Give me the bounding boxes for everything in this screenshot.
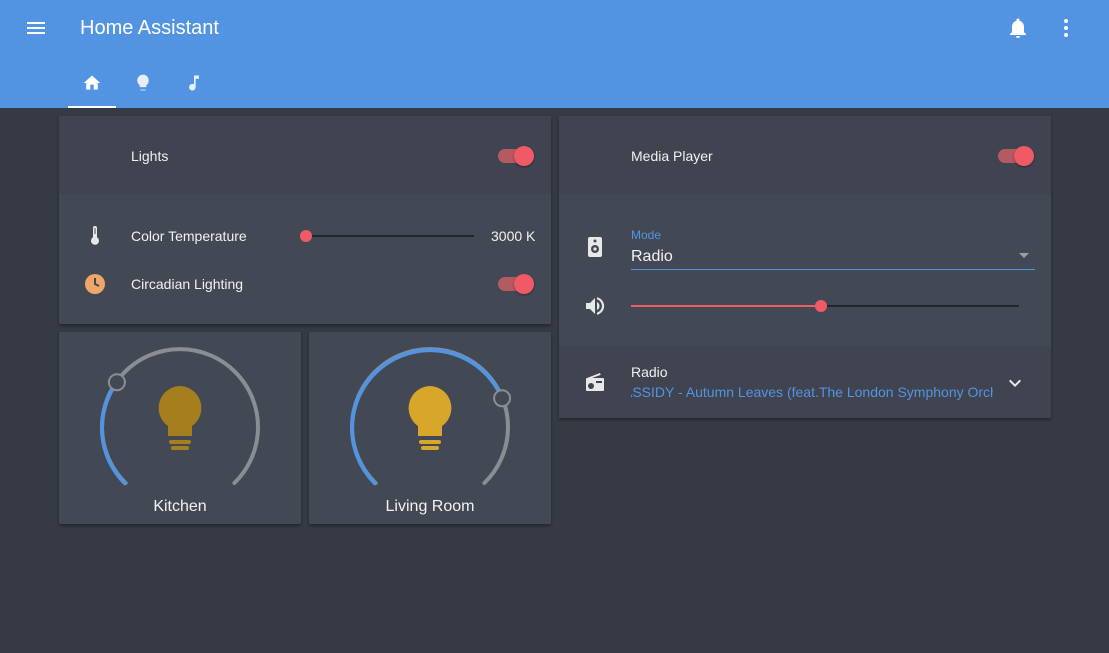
clock-icon <box>85 274 105 294</box>
lightbulb-icon <box>158 386 202 450</box>
mode-underline <box>631 269 1035 270</box>
mode-label: Mode <box>631 228 662 242</box>
gauge-handle <box>107 373 126 392</box>
gauge-handle <box>493 389 512 408</box>
circadian-label: Circadian Lighting <box>131 276 244 292</box>
now-playing-title: Radio <box>631 364 668 380</box>
lightbulb-icon <box>408 386 452 450</box>
gauge-level-arc <box>100 380 127 486</box>
dropdown-arrow-icon <box>1019 253 1029 258</box>
lights-title: Lights <box>131 148 169 164</box>
thermometer-icon <box>91 226 99 245</box>
home-icon <box>83 75 101 90</box>
kitchen-light-name: Kitchen <box>153 498 207 515</box>
color-temperature-label: Color Temperature <box>131 228 247 244</box>
music-note-icon <box>189 75 199 91</box>
living-room-light-name: Living Room <box>385 498 475 515</box>
tab-indicator <box>68 106 116 108</box>
bell-icon[interactable] <box>1006 16 1030 40</box>
media-player-toggle[interactable] <box>996 144 1036 168</box>
lightbulb-icon <box>137 74 149 91</box>
app-title: Home Assistant <box>80 17 219 39</box>
mode-value: Radio <box>631 248 673 265</box>
chevron-down-icon[interactable] <box>1003 371 1027 395</box>
lights-toggle[interactable] <box>496 144 536 168</box>
now-playing-row[interactable] <box>559 346 1051 418</box>
volume-high-icon[interactable] <box>583 294 607 318</box>
living-room-light-card[interactable]: Living Room <box>309 332 551 524</box>
lights-card: Lights Color Temperature 3000 K Circadia… <box>59 116 551 324</box>
radio-icon <box>586 373 604 391</box>
dots-vertical-icon[interactable] <box>1054 16 1078 40</box>
tab-media[interactable] <box>170 64 218 108</box>
app-toolbar: Home Assistant <box>0 0 1109 108</box>
media-player-title: Media Player <box>631 148 713 164</box>
circadian-toggle[interactable] <box>496 272 536 296</box>
color-temperature-value: 3000 K <box>491 228 536 244</box>
color-temperature-slider[interactable] <box>300 226 474 246</box>
now-playing-track: ASSIDY - Autumn Leaves (feat.The London … <box>631 384 993 400</box>
mode-select[interactable]: Mode Radio <box>631 226 1035 270</box>
kitchen-light-card[interactable]: Kitchen <box>59 332 301 524</box>
tab-lights[interactable] <box>119 64 167 108</box>
speaker-icon <box>588 237 602 257</box>
menu-icon[interactable] <box>24 16 48 40</box>
tab-home[interactable] <box>68 64 116 108</box>
now-playing-track-text: ASSIDY - Autumn Leaves (feat.The London … <box>631 384 993 400</box>
volume-slider[interactable] <box>631 296 1019 316</box>
